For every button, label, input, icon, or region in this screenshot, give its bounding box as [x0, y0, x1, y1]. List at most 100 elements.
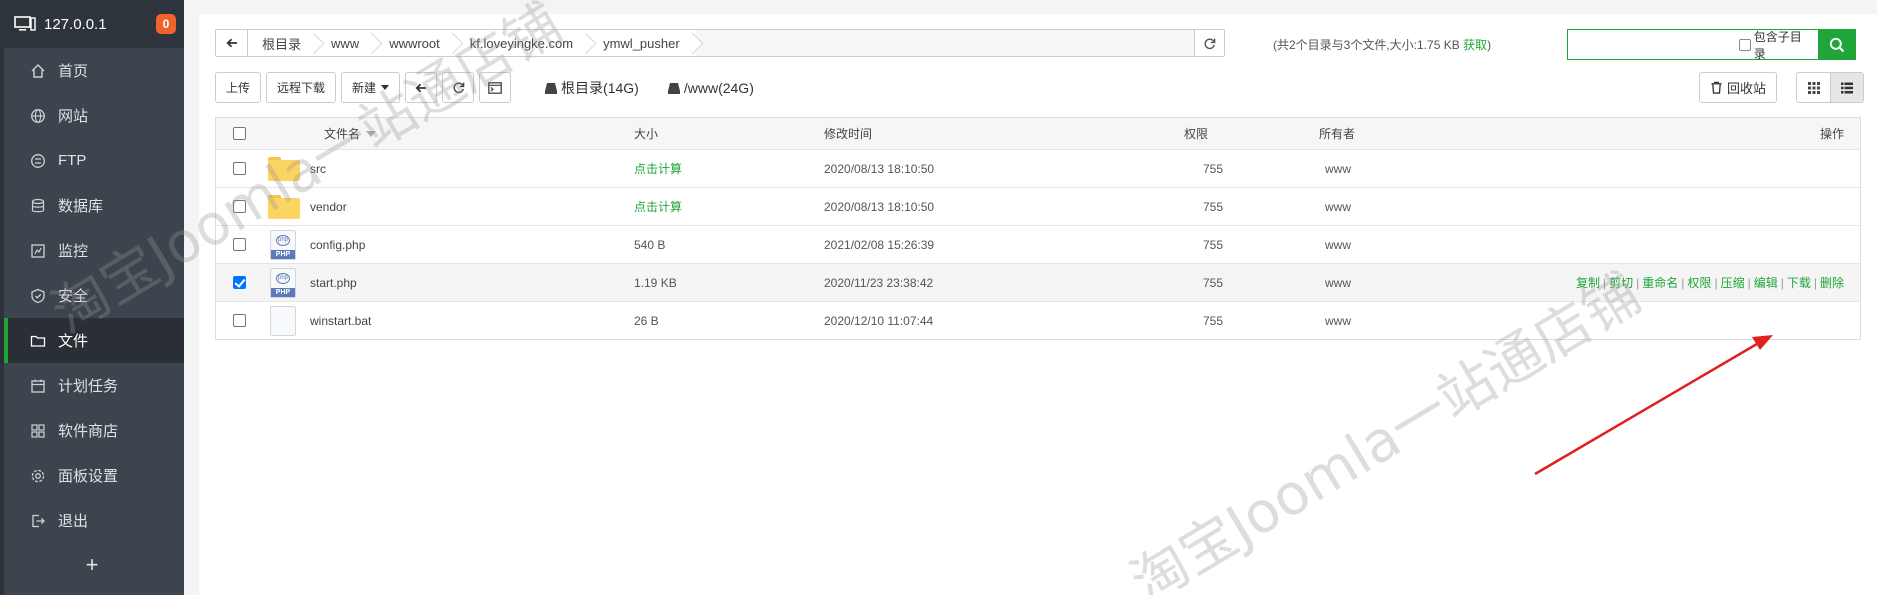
- header-name: 文件名: [324, 127, 361, 141]
- sidebar-item-label: 退出: [58, 513, 89, 530]
- file-name[interactable]: winstart.bat: [310, 314, 371, 328]
- sidebar-item-label: 计划任务: [58, 378, 119, 395]
- hdd-icon: [667, 82, 680, 94]
- directory-summary: (共2个目录与3个文件,大小:1.75 KB 获取): [1273, 36, 1491, 53]
- header-owner[interactable]: 所有者: [1319, 125, 1469, 142]
- notification-badge[interactable]: 0: [156, 14, 176, 34]
- sidebar-item-settings[interactable]: 面板设置: [0, 453, 184, 498]
- disk-root[interactable]: 根目录(14G): [544, 78, 639, 98]
- refresh-icon: [453, 82, 464, 94]
- file-owner[interactable]: www: [1319, 314, 1469, 328]
- table-row[interactable]: vendor 点击计算 2020/08/13 18:10:50 755 www: [216, 187, 1860, 225]
- delete-link[interactable]: 删除: [1820, 276, 1844, 290]
- breadcrumb-item[interactable]: wwwroot: [375, 30, 456, 56]
- host-address: 127.0.0.1: [44, 15, 107, 33]
- download-link[interactable]: 下载: [1787, 276, 1811, 290]
- file-perm[interactable]: 755: [1184, 276, 1319, 290]
- sidebar-item-label: 安全: [58, 288, 89, 305]
- calc-size-link[interactable]: 点击计算: [634, 160, 824, 177]
- compress-link[interactable]: 压缩: [1721, 276, 1745, 290]
- header-perm[interactable]: 权限: [1184, 125, 1319, 142]
- summary-end: ): [1487, 38, 1492, 52]
- file-owner[interactable]: www: [1319, 238, 1469, 252]
- search-input[interactable]: [1568, 30, 1739, 59]
- sidebar-item-label: 监控: [58, 243, 89, 260]
- select-all-checkbox[interactable]: [232, 127, 246, 140]
- disk-www[interactable]: /www(24G): [667, 80, 754, 96]
- add-button[interactable]: +: [0, 535, 184, 595]
- include-subdir-label: 包含子目录: [1753, 29, 1802, 61]
- sort-by-name[interactable]: 文件名: [262, 125, 634, 142]
- file-owner[interactable]: www: [1319, 200, 1469, 214]
- row-checkbox[interactable]: [232, 162, 246, 175]
- sidebar-item-monitor[interactable]: 监控: [0, 228, 184, 273]
- rename-link[interactable]: 重命名: [1642, 276, 1678, 290]
- table-row[interactable]: php PHP start.php 1.19 KB 2020/11/23 23:38…: [216, 263, 1860, 301]
- file-perm[interactable]: 755: [1184, 238, 1319, 252]
- search-icon: [1829, 37, 1844, 52]
- row-checkbox[interactable]: [232, 314, 246, 327]
- new-dropdown-button[interactable]: 新建: [341, 72, 401, 103]
- file-name[interactable]: vendor: [310, 200, 347, 214]
- table-row[interactable]: src 点击计算 2020/08/13 18:10:50 755 www: [216, 149, 1860, 187]
- fetch-size-link[interactable]: 获取: [1463, 38, 1487, 52]
- sidebar-item-ftp[interactable]: FTP: [0, 138, 184, 183]
- file-owner[interactable]: www: [1319, 276, 1469, 290]
- sidebar-item-store[interactable]: 软件商店: [0, 408, 184, 453]
- sidebar-item-website[interactable]: 网站: [0, 93, 184, 138]
- path-input-area[interactable]: [695, 30, 1194, 56]
- permission-link[interactable]: 权限: [1687, 276, 1711, 290]
- remote-download-button[interactable]: 远程下载: [266, 72, 337, 103]
- back-button[interactable]: [405, 72, 438, 103]
- file-size: 540 B: [634, 237, 666, 252]
- file-perm[interactable]: 755: [1184, 200, 1319, 214]
- header-time[interactable]: 修改时间: [824, 125, 1184, 142]
- breadcrumb-item[interactable]: ymwl_pusher: [589, 30, 696, 56]
- list-view-button[interactable]: [1830, 73, 1863, 102]
- path-refresh-button[interactable]: [1194, 30, 1224, 56]
- file-size: 26 B: [634, 313, 659, 328]
- row-checkbox[interactable]: [232, 238, 246, 251]
- search-button[interactable]: [1818, 30, 1855, 59]
- grid-view-button[interactable]: [1797, 73, 1830, 102]
- include-subdir-checkbox[interactable]: 包含子目录: [1739, 29, 1818, 61]
- terminal-button[interactable]: [479, 72, 512, 103]
- file-owner[interactable]: www: [1319, 162, 1469, 176]
- edit-link[interactable]: 编辑: [1754, 276, 1778, 290]
- file-perm[interactable]: 755: [1184, 314, 1319, 328]
- calc-size-link[interactable]: 点击计算: [634, 198, 824, 215]
- sidebar: 127.0.0.1 0 首页 网站 FTP 数据库 监控 安全 文件 计划任务 …: [0, 0, 184, 595]
- logout-icon: [32, 514, 45, 527]
- file-name[interactable]: start.php: [310, 276, 357, 290]
- breadcrumb-item[interactable]: kf.loveyingke.com: [455, 30, 590, 56]
- header-size[interactable]: 大小: [634, 125, 824, 142]
- sidebar-item-database[interactable]: 数据库: [0, 183, 184, 228]
- folder-icon: [268, 194, 300, 219]
- refresh-button[interactable]: [442, 72, 475, 103]
- row-checkbox[interactable]: [232, 276, 246, 289]
- sidebar-item-security[interactable]: 安全: [0, 273, 184, 318]
- table-row[interactable]: php PHP config.php 540 B 2021/02/08 15:26:…: [216, 225, 1860, 263]
- checkbox-box[interactable]: [1739, 38, 1751, 51]
- sidebar-item-files[interactable]: 文件: [0, 318, 184, 363]
- file-time: 2020/08/13 18:10:50: [824, 199, 935, 214]
- copy-link[interactable]: 复制: [1576, 276, 1600, 290]
- breadcrumb-item[interactable]: 根目录: [248, 30, 318, 56]
- recycle-bin-button[interactable]: 回收站: [1699, 72, 1778, 103]
- file-name[interactable]: config.php: [310, 238, 365, 252]
- cut-link[interactable]: 剪切: [1609, 276, 1633, 290]
- sidebar-item-home[interactable]: 首页: [0, 48, 184, 93]
- sidebar-item-label: 网站: [58, 108, 89, 125]
- sidebar-item-cron[interactable]: 计划任务: [0, 363, 184, 408]
- file-perm[interactable]: 755: [1184, 162, 1319, 176]
- breadcrumb-item[interactable]: www: [317, 30, 376, 56]
- file-time: 2020/08/13 18:10:50: [824, 161, 935, 176]
- file-name[interactable]: src: [310, 162, 326, 176]
- upload-button[interactable]: 上传: [215, 72, 262, 103]
- file-time: 2020/12/10 11:07:44: [824, 313, 934, 328]
- path-back-button[interactable]: [216, 30, 248, 56]
- row-checkbox[interactable]: [232, 200, 246, 213]
- table-row[interactable]: winstart.bat 26 B 2020/12/10 11:07:44 75…: [216, 301, 1860, 339]
- home-icon: [31, 63, 45, 78]
- gear-icon: [31, 469, 45, 482]
